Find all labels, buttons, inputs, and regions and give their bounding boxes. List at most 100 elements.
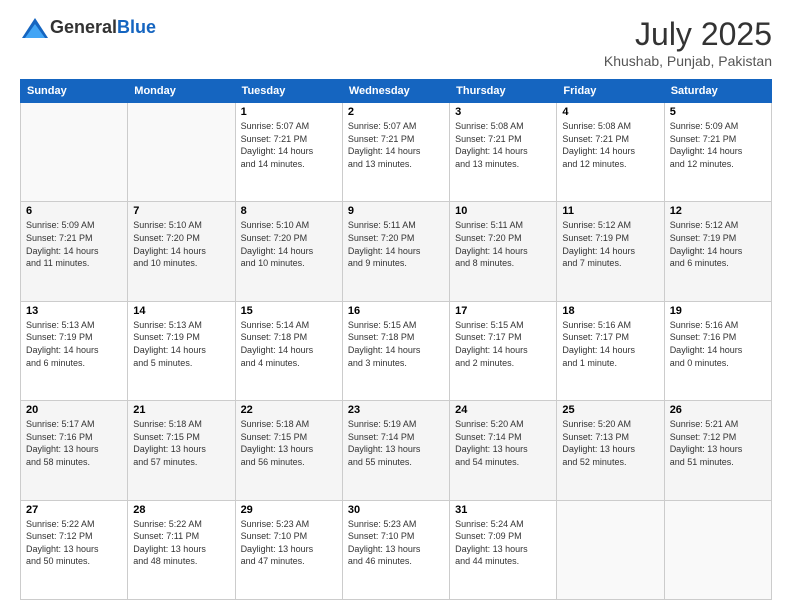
- logo-blue-text: Blue: [117, 17, 156, 37]
- day-info: Sunrise: 5:24 AM Sunset: 7:09 PM Dayligh…: [455, 518, 551, 568]
- calendar-week-row: 27 Sunrise: 5:22 AM Sunset: 7:12 PM Dayli…: [21, 500, 772, 599]
- month-year-title: July 2025: [604, 16, 772, 53]
- calendar-cell: 20 Sunrise: 5:17 AM Sunset: 7:16 PM Dayli…: [21, 401, 128, 500]
- day-number: 29: [241, 504, 337, 516]
- day-info: Sunrise: 5:23 AM Sunset: 7:10 PM Dayligh…: [241, 518, 337, 568]
- day-info: Sunrise: 5:08 AM Sunset: 7:21 PM Dayligh…: [455, 120, 551, 170]
- calendar-cell: [664, 500, 771, 599]
- day-number: 26: [670, 404, 766, 416]
- day-info: Sunrise: 5:09 AM Sunset: 7:21 PM Dayligh…: [26, 219, 122, 269]
- calendar-cell: 2 Sunrise: 5:07 AM Sunset: 7:21 PM Daylig…: [342, 103, 449, 202]
- calendar-cell: 15 Sunrise: 5:14 AM Sunset: 7:18 PM Dayli…: [235, 301, 342, 400]
- day-number: 31: [455, 504, 551, 516]
- day-number: 22: [241, 404, 337, 416]
- day-number: 4: [562, 106, 658, 118]
- calendar-cell: 23Sunrise: 5:19 AM Sunset: 7:14 PM Dayli…: [342, 401, 449, 500]
- calendar-cell: [21, 103, 128, 202]
- calendar-cell: 13 Sunrise: 5:13 AM Sunset: 7:19 PM Dayli…: [21, 301, 128, 400]
- day-info: Sunrise: 5:17 AM Sunset: 7:16 PM Dayligh…: [26, 418, 122, 468]
- calendar-cell: 3 Sunrise: 5:08 AM Sunset: 7:21 PM Daylig…: [450, 103, 557, 202]
- calendar-week-row: 6 Sunrise: 5:09 AM Sunset: 7:21 PM Daylig…: [21, 202, 772, 301]
- day-number: 28: [133, 504, 229, 516]
- calendar-header-wednesday: Wednesday: [342, 80, 449, 103]
- calendar-cell: 6 Sunrise: 5:09 AM Sunset: 7:21 PM Daylig…: [21, 202, 128, 301]
- day-info: Sunrise: 5:20 AM Sunset: 7:14 PM Dayligh…: [455, 418, 551, 468]
- day-info: Sunrise: 5:07 AM Sunset: 7:21 PM Dayligh…: [348, 120, 444, 170]
- day-info: Sunrise: 5:16 AM Sunset: 7:17 PM Dayligh…: [562, 319, 658, 369]
- day-info: Sunrise: 5:13 AM Sunset: 7:19 PM Dayligh…: [133, 319, 229, 369]
- calendar-cell: 12Sunrise: 5:12 AM Sunset: 7:19 PM Dayli…: [664, 202, 771, 301]
- day-info: Sunrise: 5:22 AM Sunset: 7:11 PM Dayligh…: [133, 518, 229, 568]
- day-info: Sunrise: 5:14 AM Sunset: 7:18 PM Dayligh…: [241, 319, 337, 369]
- calendar-header-friday: Friday: [557, 80, 664, 103]
- day-number: 27: [26, 504, 122, 516]
- day-number: 7: [133, 205, 229, 217]
- calendar-cell: 25 Sunrise: 5:20 AM Sunset: 7:13 PM Dayli…: [557, 401, 664, 500]
- calendar-week-row: 1 Sunrise: 5:07 AM Sunset: 7:21 PM Daylig…: [21, 103, 772, 202]
- day-number: 19: [670, 305, 766, 317]
- day-number: 15: [241, 305, 337, 317]
- day-number: 16: [348, 305, 444, 317]
- day-number: 11: [562, 205, 658, 217]
- title-block: July 2025 Khushab, Punjab, Pakistan: [604, 16, 772, 69]
- day-info: Sunrise: 5:10 AM Sunset: 7:20 PM Dayligh…: [241, 219, 337, 269]
- day-info: Sunrise: 5:11 AM Sunset: 7:20 PM Dayligh…: [455, 219, 551, 269]
- calendar-cell: [557, 500, 664, 599]
- calendar-cell: 5 Sunrise: 5:09 AM Sunset: 7:21 PM Daylig…: [664, 103, 771, 202]
- day-number: 24: [455, 404, 551, 416]
- calendar-cell: 10 Sunrise: 5:11 AM Sunset: 7:20 PM Dayli…: [450, 202, 557, 301]
- day-info: Sunrise: 5:18 AM Sunset: 7:15 PM Dayligh…: [133, 418, 229, 468]
- calendar-week-row: 13 Sunrise: 5:13 AM Sunset: 7:19 PM Dayli…: [21, 301, 772, 400]
- calendar-table: SundayMondayTuesdayWednesdayThursdayFrid…: [20, 79, 772, 600]
- day-number: 10: [455, 205, 551, 217]
- calendar-cell: 28 Sunrise: 5:22 AM Sunset: 7:11 PM Dayli…: [128, 500, 235, 599]
- calendar-header-tuesday: Tuesday: [235, 80, 342, 103]
- calendar-cell: 11 Sunrise: 5:12 AM Sunset: 7:19 PM Dayli…: [557, 202, 664, 301]
- day-info: Sunrise: 5:13 AM Sunset: 7:19 PM Dayligh…: [26, 319, 122, 369]
- day-info: Sunrise: 5:10 AM Sunset: 7:20 PM Dayligh…: [133, 219, 229, 269]
- day-number: 21: [133, 404, 229, 416]
- location-text: Khushab, Punjab, Pakistan: [604, 53, 772, 69]
- calendar-cell: 4 Sunrise: 5:08 AM Sunset: 7:21 PM Daylig…: [557, 103, 664, 202]
- day-info: Sunrise: 5:22 AM Sunset: 7:12 PM Dayligh…: [26, 518, 122, 568]
- day-number: 18: [562, 305, 658, 317]
- day-number: 14: [133, 305, 229, 317]
- calendar-cell: 14 Sunrise: 5:13 AM Sunset: 7:19 PM Dayli…: [128, 301, 235, 400]
- calendar-header-monday: Monday: [128, 80, 235, 103]
- calendar-cell: 9 Sunrise: 5:11 AM Sunset: 7:20 PM Daylig…: [342, 202, 449, 301]
- day-number: 6: [26, 205, 122, 217]
- day-info: Sunrise: 5:15 AM Sunset: 7:18 PM Dayligh…: [348, 319, 444, 369]
- calendar-cell: 30Sunrise: 5:23 AM Sunset: 7:10 PM Dayli…: [342, 500, 449, 599]
- calendar-cell: 18 Sunrise: 5:16 AM Sunset: 7:17 PM Dayli…: [557, 301, 664, 400]
- day-number: 25: [562, 404, 658, 416]
- day-info: Sunrise: 5:07 AM Sunset: 7:21 PM Dayligh…: [241, 120, 337, 170]
- day-info: Sunrise: 5:15 AM Sunset: 7:17 PM Dayligh…: [455, 319, 551, 369]
- day-number: 9: [348, 205, 444, 217]
- day-info: Sunrise: 5:18 AM Sunset: 7:15 PM Dayligh…: [241, 418, 337, 468]
- day-number: 30: [348, 504, 444, 516]
- day-info: Sunrise: 5:16 AM Sunset: 7:16 PM Dayligh…: [670, 319, 766, 369]
- logo-general-text: General: [50, 17, 117, 37]
- calendar-cell: 21 Sunrise: 5:18 AM Sunset: 7:15 PM Dayli…: [128, 401, 235, 500]
- calendar-cell: 24 Sunrise: 5:20 AM Sunset: 7:14 PM Dayli…: [450, 401, 557, 500]
- day-info: Sunrise: 5:19 AM Sunset: 7:14 PM Dayligh…: [348, 418, 444, 468]
- day-info: Sunrise: 5:11 AM Sunset: 7:20 PM Dayligh…: [348, 219, 444, 269]
- day-info: Sunrise: 5:20 AM Sunset: 7:13 PM Dayligh…: [562, 418, 658, 468]
- day-number: 2: [348, 106, 444, 118]
- calendar-cell: 22 Sunrise: 5:18 AM Sunset: 7:15 PM Dayli…: [235, 401, 342, 500]
- day-number: 12: [670, 205, 766, 217]
- logo: GeneralBlue: [20, 16, 156, 40]
- day-number: 1: [241, 106, 337, 118]
- day-number: 5: [670, 106, 766, 118]
- day-info: Sunrise: 5:08 AM Sunset: 7:21 PM Dayligh…: [562, 120, 658, 170]
- calendar-cell: 17 Sunrise: 5:15 AM Sunset: 7:17 PM Dayli…: [450, 301, 557, 400]
- day-number: 13: [26, 305, 122, 317]
- day-number: 20: [26, 404, 122, 416]
- day-number: 17: [455, 305, 551, 317]
- calendar-cell: 26Sunrise: 5:21 AM Sunset: 7:12 PM Dayli…: [664, 401, 771, 500]
- day-number: 3: [455, 106, 551, 118]
- day-info: Sunrise: 5:09 AM Sunset: 7:21 PM Dayligh…: [670, 120, 766, 170]
- calendar-cell: 1 Sunrise: 5:07 AM Sunset: 7:21 PM Daylig…: [235, 103, 342, 202]
- calendar-cell: 7 Sunrise: 5:10 AM Sunset: 7:20 PM Daylig…: [128, 202, 235, 301]
- day-info: Sunrise: 5:12 AM Sunset: 7:19 PM Dayligh…: [562, 219, 658, 269]
